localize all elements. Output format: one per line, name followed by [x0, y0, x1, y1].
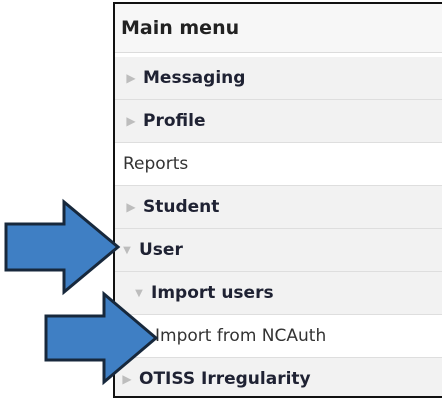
collapsed-caret-icon: ▶: [126, 71, 136, 85]
menu-item-label: Profile: [143, 111, 206, 131]
menu-item-user[interactable]: ▼ User: [115, 229, 442, 272]
menu-item-label: Messaging: [143, 68, 246, 88]
menu-item-import-users[interactable]: ▼ Import users: [115, 272, 442, 315]
menu-item-import-from-ncauth[interactable]: Import from NCAuth: [115, 315, 442, 358]
menu-item-label: OTISS Irregularity: [139, 369, 311, 389]
pointer-arrow-icon: [2, 198, 124, 296]
menu-item-label: Reports: [123, 154, 189, 174]
menu-item-messaging[interactable]: ▶ Messaging: [115, 57, 442, 100]
collapsed-caret-icon: ▶: [126, 200, 136, 214]
pointer-arrow-icon: [42, 290, 162, 386]
menu-item-otiss-irregularity[interactable]: ▶ OTISS Irregularity: [115, 358, 442, 396]
menu-item-reports[interactable]: Reports: [115, 143, 442, 186]
screenshot-stage: Main menu ▶ Messaging ▶ Profile Reports …: [0, 0, 442, 400]
menu-item-student[interactable]: ▶ Student: [115, 186, 442, 229]
collapsed-caret-icon: ▶: [126, 114, 136, 128]
menu-item-label: User: [139, 240, 183, 260]
menu-title: Main menu: [115, 4, 442, 53]
main-menu-block: Main menu ▶ Messaging ▶ Profile Reports …: [113, 2, 442, 398]
menu-item-label: Student: [143, 197, 220, 217]
menu-item-label: Import from NCAuth: [155, 326, 327, 346]
menu-item-label: Import users: [151, 283, 274, 303]
menu-item-profile[interactable]: ▶ Profile: [115, 100, 442, 143]
